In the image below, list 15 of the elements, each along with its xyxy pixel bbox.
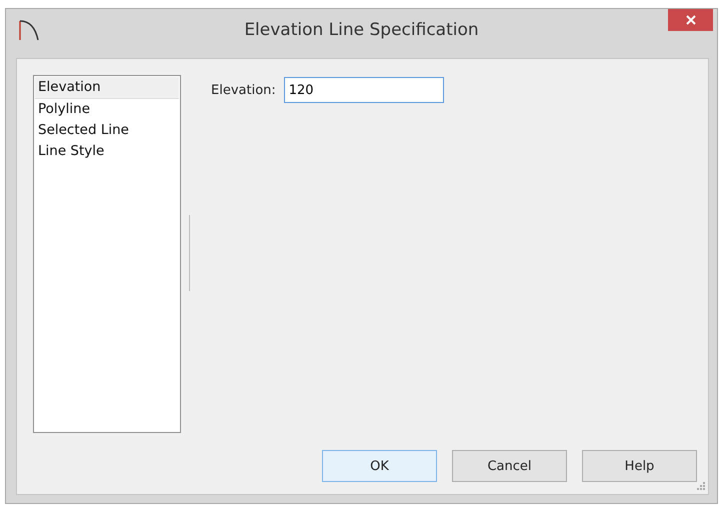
dialog-button[interactable]: Help	[582, 450, 697, 482]
splitter-handle[interactable]	[189, 215, 190, 291]
elevation-field[interactable]: 120	[284, 77, 444, 103]
list-item[interactable]: Line Style	[35, 141, 179, 162]
list-item[interactable]: Polyline	[35, 99, 179, 120]
close-icon	[686, 15, 696, 25]
dialog-button[interactable]: OK	[322, 450, 437, 482]
dialog-button[interactable]: Cancel	[452, 450, 567, 482]
field-label: Elevation:	[211, 82, 276, 98]
arc-icon	[18, 18, 40, 40]
list-item[interactable]: Selected Line	[35, 120, 179, 141]
resize-grip-icon[interactable]	[696, 481, 705, 490]
close-button[interactable]	[668, 9, 713, 31]
list-item[interactable]: Elevation	[35, 77, 179, 99]
window-title: Elevation Line Specification	[243, 20, 480, 40]
